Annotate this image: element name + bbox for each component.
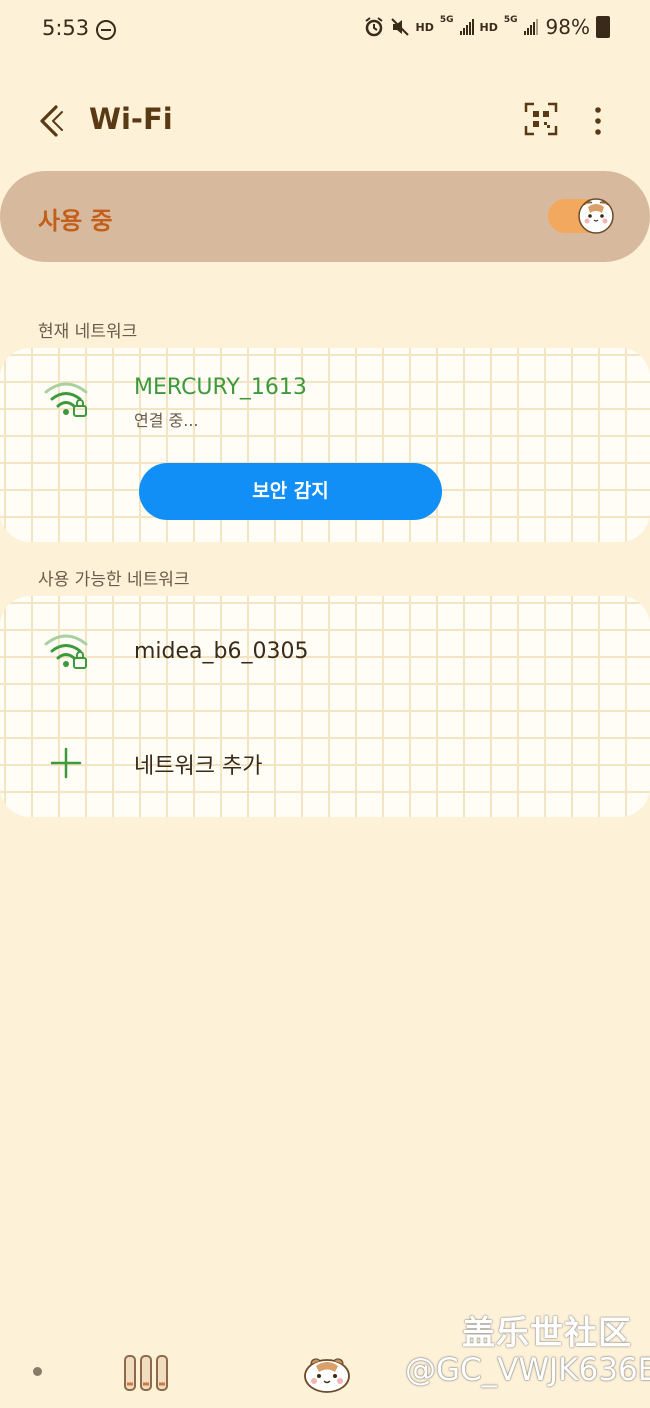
wifi-toggle[interactable]	[548, 198, 614, 234]
current-network-section-label: 현재 네트워크	[38, 322, 138, 342]
recent-apps-icon[interactable]	[123, 1354, 169, 1392]
add-network-button[interactable]: 네트워크 추가	[134, 748, 262, 780]
network-name[interactable]: midea_b6_0305	[134, 639, 308, 664]
status-indicators: HD 5G HD 5G 98%	[364, 15, 610, 39]
5g-label-1: 5G	[439, 15, 454, 25]
master-switch-label: 사용 중	[38, 207, 113, 235]
5g-label-2: 5G	[503, 15, 518, 25]
battery-percent: 98%	[545, 15, 590, 39]
hamster-knob-icon	[578, 198, 614, 234]
mute-icon	[390, 18, 409, 36]
watermark-community: 盖乐世社区	[462, 1313, 632, 1352]
qr-scan-icon[interactable]	[524, 102, 558, 136]
signal-icon-1	[459, 19, 474, 35]
app-header: Wi-Fi	[0, 90, 650, 154]
home-hamster-icon[interactable]	[302, 1352, 352, 1394]
wifi-master-switch-bar[interactable]: 사용 중	[0, 171, 650, 262]
current-network-status: 연결 중...	[134, 411, 199, 430]
back-icon[interactable]	[36, 104, 64, 138]
plus-icon[interactable]	[50, 747, 82, 779]
wifi-locked-icon	[44, 382, 88, 417]
current-network-name[interactable]: MERCURY_1613	[134, 375, 307, 400]
do-not-disturb-icon	[96, 20, 116, 40]
hd-label-2: HD	[479, 20, 498, 34]
current-network-card: MERCURY_1613 연결 중... 보안 감지	[0, 348, 650, 542]
signal-icon-2	[523, 19, 538, 35]
security-check-button[interactable]: 보안 감지	[139, 463, 442, 520]
page-title: Wi-Fi	[89, 102, 173, 136]
status-time: 5:53	[42, 16, 90, 40]
watermark-user: @GC_VWJK636E	[405, 1352, 650, 1388]
more-options-icon[interactable]	[586, 104, 610, 138]
wifi-locked-icon	[44, 634, 88, 669]
available-networks-section-label: 사용 가능한 네트워크	[38, 570, 190, 590]
status-bar: 5:53 HD 5G HD 5G 98%	[0, 0, 650, 60]
available-networks-card: midea_b6_0305 네트워크 추가	[0, 596, 650, 817]
alarm-icon	[364, 17, 383, 37]
battery-charging-icon	[596, 16, 610, 38]
nav-indicator-dot	[33, 1367, 42, 1376]
hd-label-1: HD	[415, 20, 434, 34]
